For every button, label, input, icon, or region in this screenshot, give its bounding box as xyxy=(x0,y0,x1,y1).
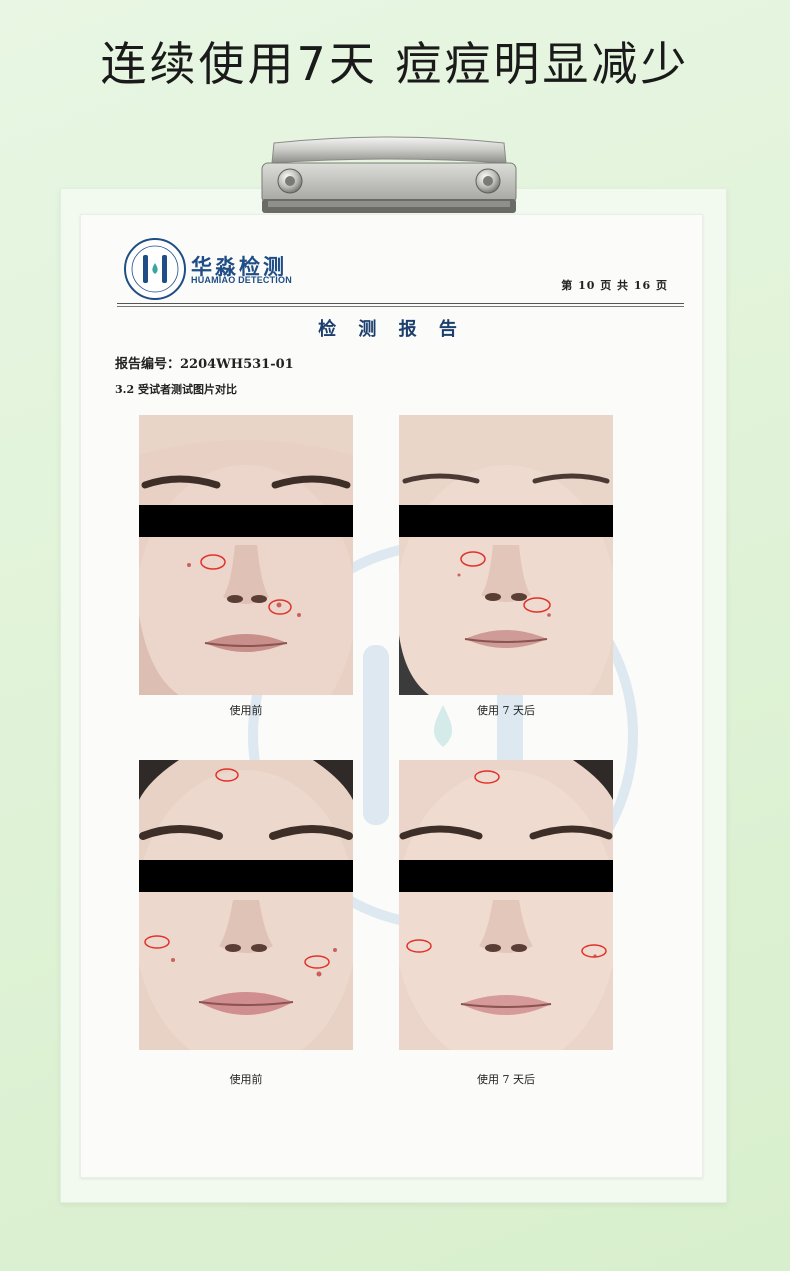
clipboard-clip-icon xyxy=(261,136,517,213)
test-report-page: 华淼检测 HUAMIAO DETECTION 第 10 页 共 16 页 检 测… xyxy=(80,214,703,1178)
face-photo-after-2 xyxy=(399,760,613,1050)
section-heading: 3.2 受试者测试图片对比 xyxy=(115,383,237,396)
caption-before-1: 使用前 xyxy=(229,704,263,717)
header-divider-thin xyxy=(117,306,684,307)
face-photo-after-1 xyxy=(399,415,613,695)
logo-name-en: HUAMIAO DETECTION xyxy=(191,275,292,285)
page-headline: 连续使用7天 痘痘明显减少 xyxy=(100,37,690,91)
page-indicator: 第 10 页 共 16 页 xyxy=(561,279,668,292)
report-title: 检 测 报 告 xyxy=(318,319,465,340)
face-photo-before-2 xyxy=(139,760,353,1050)
face-photo-before-1 xyxy=(139,415,353,695)
caption-before-2: 使用前 xyxy=(229,1073,263,1086)
caption-after-1: 使用 7 天后 xyxy=(477,704,535,717)
report-number: 报告编号：2204WH531-01 xyxy=(115,357,294,372)
caption-after-2: 使用 7 天后 xyxy=(477,1073,535,1086)
header-divider xyxy=(117,303,684,304)
